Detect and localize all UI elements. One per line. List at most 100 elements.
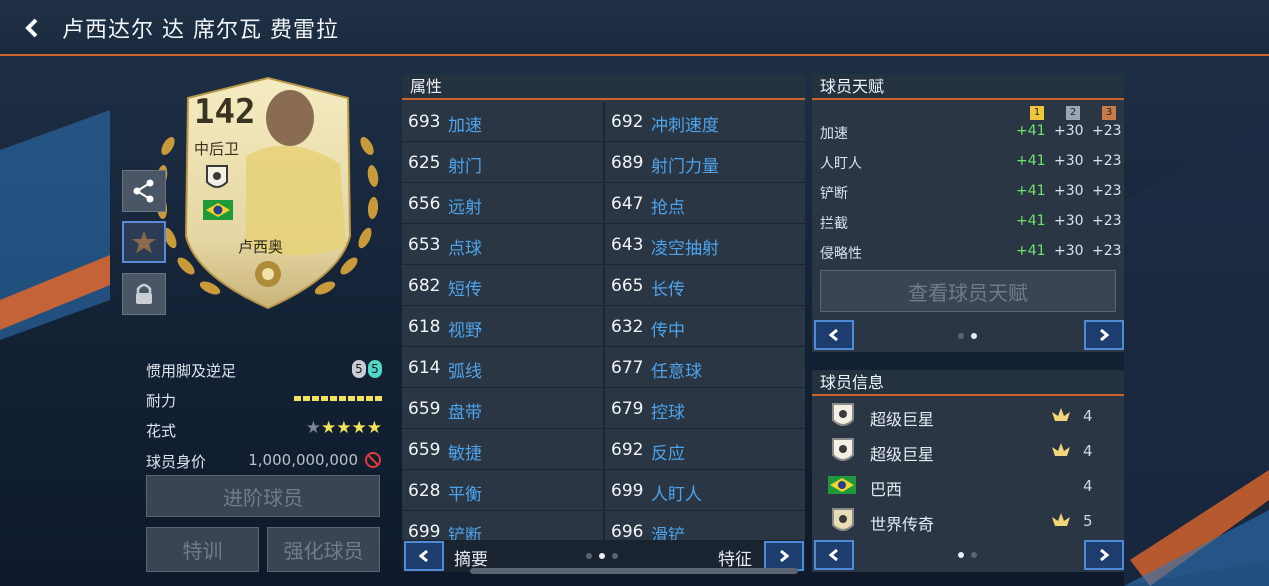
attribute-value: 677 bbox=[611, 358, 644, 378]
attribute-name: 射门 bbox=[448, 157, 482, 177]
talent-prev-button[interactable] bbox=[814, 320, 854, 350]
scrollbar[interactable] bbox=[470, 568, 798, 574]
view-talent-button[interactable]: 查看球员天赋 bbox=[820, 270, 1116, 312]
attribute-cell[interactable]: 677 任意球 bbox=[605, 348, 805, 388]
favorite-button[interactable] bbox=[122, 221, 166, 263]
attribute-cell[interactable]: 696 滑铲 bbox=[605, 512, 805, 540]
attribute-name: 滑铲 bbox=[651, 526, 685, 540]
player-value-amount: 1,000,000,000 bbox=[248, 451, 382, 469]
page-dot bbox=[586, 553, 592, 559]
stamina-bar bbox=[294, 396, 382, 401]
attribute-value: 625 bbox=[408, 153, 441, 173]
attribute-name: 冲刺速度 bbox=[651, 116, 719, 136]
advance-player-button[interactable]: 进阶球员 bbox=[146, 475, 380, 517]
talent-tier2: +30 bbox=[1054, 243, 1084, 259]
attribute-cell[interactable]: 693 加速 bbox=[402, 102, 602, 142]
stamina-row: 耐力 bbox=[146, 388, 382, 412]
attribute-cell[interactable]: 659 盘带 bbox=[402, 389, 602, 429]
attribute-cell[interactable]: 628 平衡 bbox=[402, 471, 602, 511]
chevron-left-icon bbox=[418, 549, 428, 563]
page-dot bbox=[971, 552, 977, 558]
attribute-cell[interactable]: 653 点球 bbox=[402, 225, 602, 265]
attribute-value: 693 bbox=[408, 112, 441, 132]
player-info-prev-button[interactable] bbox=[814, 540, 854, 570]
attribute-cell[interactable]: 689 射门力量 bbox=[605, 143, 805, 183]
attribute-cell[interactable]: 625 射门 bbox=[402, 143, 602, 183]
attribute-value: 618 bbox=[408, 317, 441, 337]
attribute-cell[interactable]: 682 短传 bbox=[402, 266, 602, 306]
talent-tier3: +23 bbox=[1092, 243, 1122, 259]
attribute-name: 传中 bbox=[651, 321, 685, 341]
attribute-cell[interactable]: 659 敏捷 bbox=[402, 430, 602, 470]
player-info-count: 5 bbox=[1083, 512, 1093, 530]
attribute-name: 弧线 bbox=[448, 362, 482, 382]
attribute-name: 反应 bbox=[651, 444, 685, 464]
talent-tier2: +30 bbox=[1054, 153, 1084, 169]
player-info-row[interactable]: 世界传奇 5 bbox=[812, 503, 1124, 537]
page-dot-active bbox=[599, 553, 605, 559]
brazil-flag-icon bbox=[828, 476, 856, 494]
talent-tier3: +23 bbox=[1092, 183, 1122, 199]
attribute-cell[interactable]: 665 长传 bbox=[605, 266, 805, 306]
talent-tier3: +23 bbox=[1092, 213, 1122, 229]
attribute-name: 远射 bbox=[448, 198, 482, 218]
attribute-value: 692 bbox=[611, 112, 644, 132]
attribute-name: 控球 bbox=[651, 403, 685, 423]
talent-row: 拦截 +41 +30 +23 bbox=[812, 206, 1124, 236]
attribute-cell[interactable]: 692 冲刺速度 bbox=[605, 102, 805, 142]
attribute-cell[interactable]: 632 传中 bbox=[605, 307, 805, 347]
skill-moves-label: 花式 bbox=[146, 422, 177, 440]
icon-badge-icon bbox=[832, 403, 854, 426]
player-info-row[interactable]: 超级巨星 4 bbox=[812, 433, 1124, 467]
attribute-cell[interactable]: 618 视野 bbox=[402, 307, 602, 347]
player-info-next-button[interactable] bbox=[1084, 540, 1124, 570]
attribute-cell[interactable]: 699 铲断 bbox=[402, 512, 602, 540]
back-button[interactable] bbox=[18, 14, 46, 42]
player-info-row[interactable]: 超级巨星 4 bbox=[812, 398, 1124, 432]
card-position: 中后卫 bbox=[194, 140, 240, 158]
special-training-button[interactable]: 特训 bbox=[146, 527, 259, 572]
attributes-next-button[interactable] bbox=[764, 541, 804, 571]
card-player-name: 卢西奥 bbox=[238, 238, 284, 256]
trophy-icon bbox=[1052, 513, 1070, 526]
icon-badge-icon bbox=[206, 165, 228, 188]
stamina-label: 耐力 bbox=[146, 392, 177, 410]
talent-row: 加速 +41 +30 +23 bbox=[812, 116, 1124, 146]
trophy-icon bbox=[1052, 408, 1070, 421]
attribute-value: 647 bbox=[611, 194, 644, 214]
attribute-name: 长传 bbox=[651, 280, 685, 300]
card-frame bbox=[156, 76, 379, 310]
attribute-cell[interactable]: 679 控球 bbox=[605, 389, 805, 429]
attribute-value: 614 bbox=[408, 358, 441, 378]
attribute-cell[interactable]: 643 凌空抽射 bbox=[605, 225, 805, 265]
enhance-player-button[interactable]: 强化球员 bbox=[267, 527, 380, 572]
talent-tier2: +30 bbox=[1054, 213, 1084, 229]
attribute-cell[interactable]: 656 远射 bbox=[402, 184, 602, 224]
attribute-cell[interactable]: 647 抢点 bbox=[605, 184, 805, 224]
player-card[interactable]: 142 中后卫 卢西奥 bbox=[150, 76, 385, 331]
lock-button[interactable] bbox=[122, 273, 166, 315]
page-dot bbox=[612, 553, 618, 559]
share-button[interactable] bbox=[122, 170, 166, 212]
attribute-name: 加速 bbox=[448, 116, 482, 136]
attributes-prev-label: 摘要 bbox=[454, 550, 488, 570]
attribute-cell[interactable]: 699 人盯人 bbox=[605, 471, 805, 511]
player-info-count: 4 bbox=[1083, 477, 1093, 495]
skill-stars: ★★★★★ bbox=[305, 418, 382, 438]
talent-tier1: +41 bbox=[1016, 243, 1046, 259]
chevron-right-icon bbox=[1100, 548, 1110, 562]
talent-next-button[interactable] bbox=[1084, 320, 1124, 350]
attribute-cell[interactable]: 614 弧线 bbox=[402, 348, 602, 388]
chevron-right-icon bbox=[1100, 328, 1110, 342]
player-info-row[interactable]: 巴西 4 bbox=[812, 468, 1124, 502]
player-value-label: 球员身价 bbox=[146, 453, 207, 471]
attributes-prev-button[interactable] bbox=[404, 541, 444, 571]
attributes-header: 属性 bbox=[402, 74, 805, 100]
talent-tier3: +23 bbox=[1092, 153, 1122, 169]
talent-row: 侵略性 +41 +30 +23 bbox=[812, 236, 1124, 266]
talent-row: 人盯人 +41 +30 +23 bbox=[812, 146, 1124, 176]
player-info-panel: 球员信息 超级巨星 4 超级巨星 4 巴西 4 世界传奇 5 bbox=[812, 370, 1124, 572]
talent-tier3: +23 bbox=[1092, 123, 1122, 139]
attribute-cell[interactable]: 692 反应 bbox=[605, 430, 805, 470]
talent-label: 加速 bbox=[820, 126, 848, 142]
